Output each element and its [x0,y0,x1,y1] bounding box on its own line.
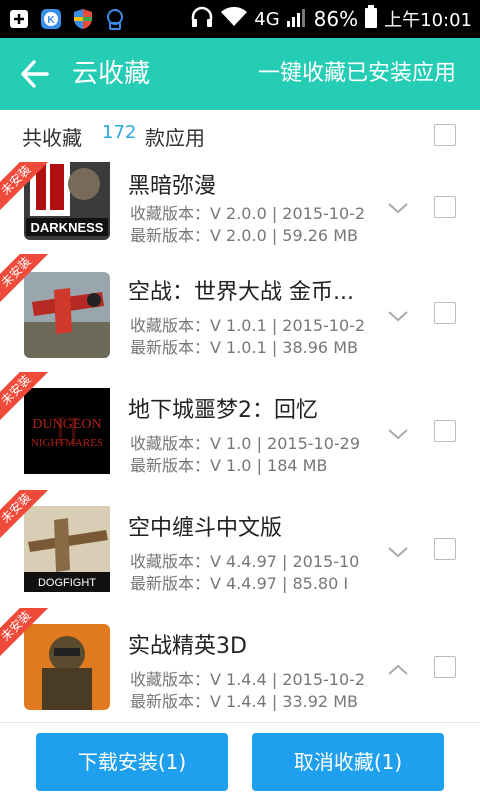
favorite-version: 收藏版本：V 1.0 | 2015-10-29 [130,434,361,453]
chevron-up-icon[interactable] [386,658,410,682]
favorite-version: 收藏版本：V 2.0.0 | 2015-10-2 [130,204,366,223]
svg-text:DOGFIGHT: DOGFIGHT [38,577,96,589]
status-bar: K 4G 86% 上午10:01 [0,0,480,38]
battery-percent: 86% [313,7,359,31]
not-installed-badge: 未安装 [0,254,60,314]
select-all-checkbox[interactable] [434,124,456,146]
item-checkbox[interactable] [434,538,456,560]
svg-text:DARKNESS: DARKNESS [31,220,104,235]
clock: 上午10:01 [384,10,472,31]
status-notification-icons: K [8,6,126,32]
favorite-version: 收藏版本：V 1.4.4 | 2015-10-2 [130,670,366,689]
favorite-version: 收藏版本：V 1.0.1 | 2015-10-29 [130,316,366,335]
app-name: 空中缠斗中文版 [128,516,283,541]
app-name: 地下城噩梦2：回忆 [128,398,318,423]
wifi-icon [220,6,248,33]
chevron-down-icon[interactable] [386,196,410,220]
cancel-favorite-button[interactable]: 取消收藏(1) [252,733,444,791]
download-install-button[interactable]: 下载安装(1) [36,733,228,791]
item-checkbox[interactable] [434,656,456,678]
app-name: 黑暗弥漫 [128,174,217,199]
not-installed-badge: 未安装 [0,162,60,222]
footer-actions: 下载安装(1) 取消收藏(1) [0,722,480,801]
latest-version: 最新版本：V 2.0.0 | 59.26 MB [130,226,358,245]
summary-suffix: 款应用 [145,126,205,150]
chevron-down-icon[interactable] [386,422,410,446]
not-installed-badge: 未安装 [0,490,60,550]
latest-version: 最新版本：V 1.4.4 | 33.92 MB [130,692,358,711]
summary-label: 共收藏 [22,126,82,150]
shield-icon [72,8,94,30]
headset-icon [190,6,214,33]
not-installed-badge: 未安装 [0,372,60,432]
assistant-icon [104,8,126,30]
app-k-icon: K [40,8,62,30]
svg-text:K: K [47,15,55,26]
not-installed-badge: 未安装 [0,608,60,668]
item-checkbox[interactable] [434,420,456,442]
app-name: 实战精英3D [128,634,247,659]
battery-icon [364,4,378,34]
latest-version: 最新版本：V 1.0 | 184 MB [130,456,328,475]
favorites-list: DARKNESS 未安装 黑暗弥漫 收藏版本：V 2.0.0 | 2015-10… [0,162,480,722]
list-item[interactable]: DOGFIGHT 未安装 空中缠斗中文版 收藏版本：V 4.4.97 | 201… [0,490,480,609]
notification-plus-icon [8,8,30,30]
list-item[interactable]: DARKNESS 未安装 黑暗弥漫 收藏版本：V 2.0.0 | 2015-10… [0,162,480,255]
chevron-down-icon[interactable] [386,304,410,328]
page-title: 云收藏 [72,59,151,89]
item-checkbox[interactable] [434,196,456,218]
app-name: 空战：世界大战 金币... [128,280,354,305]
latest-version: 最新版本：V 1.0.1 | 38.96 MB [130,338,358,357]
summary-row: 共收藏 172 款应用 [0,110,480,163]
favorite-version: 收藏版本：V 4.4.97 | 2015-10 [130,552,360,571]
network-type: 4G [254,8,280,30]
back-arrow-icon[interactable] [18,58,50,90]
list-item[interactable]: 未安装 实战精英3D 收藏版本：V 1.4.4 | 2015-10-2 最新版本… [0,608,480,722]
list-item[interactable]: DUNGEON NIGHTMARES II 未安装 地下城噩梦2：回忆 收藏版本… [0,372,480,491]
signal-icon [286,6,308,33]
app-bar: 云收藏 一键收藏已安装应用 [0,38,480,110]
item-checkbox[interactable] [434,302,456,324]
status-system-icons: 4G 86% 上午10:01 [190,0,472,38]
collect-installed-button[interactable]: 一键收藏已安装应用 [258,60,456,88]
chevron-down-icon[interactable] [386,540,410,564]
summary-count: 172 [102,122,137,143]
list-item[interactable]: 未安装 空战：世界大战 金币... 收藏版本：V 1.0.1 | 2015-10… [0,254,480,373]
latest-version: 最新版本：V 4.4.97 | 85.80 I [130,574,349,593]
